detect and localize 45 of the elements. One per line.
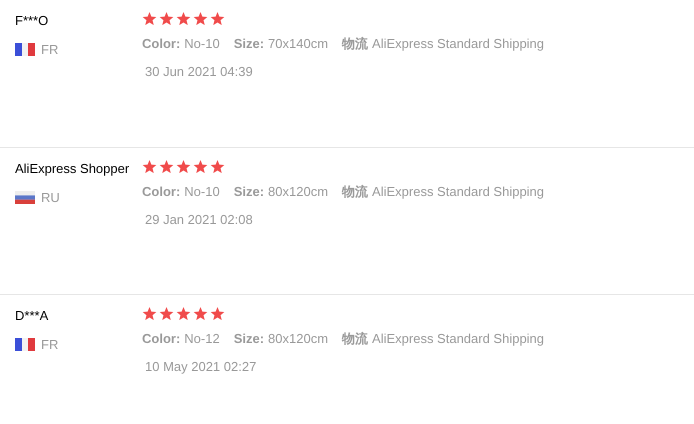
review-date: 29 Jan 2021 02:08 bbox=[145, 210, 254, 228]
country-code: FR bbox=[41, 336, 58, 354]
attribute-value: AliExpress Standard Shipping bbox=[372, 183, 544, 201]
star-icon bbox=[176, 160, 191, 174]
star-icon bbox=[176, 307, 191, 321]
attribute-label: 物流 bbox=[342, 35, 368, 53]
star-icon bbox=[142, 12, 157, 26]
star-icon bbox=[159, 160, 174, 174]
reviewer-name: AliExpress Shopper bbox=[15, 160, 130, 178]
star-icon bbox=[193, 12, 208, 26]
attribute-label: Size: bbox=[234, 35, 264, 53]
star-icon bbox=[159, 12, 174, 26]
attribute-value: No-12 bbox=[184, 330, 220, 348]
attribute-label: Color: bbox=[142, 183, 180, 201]
attribute-label: Size: bbox=[234, 330, 264, 348]
flag-icon bbox=[15, 338, 35, 351]
attribute-label: Color: bbox=[142, 35, 180, 53]
attribute-value: AliExpress Standard Shipping bbox=[372, 35, 544, 53]
attribute-label: 物流 bbox=[342, 183, 368, 201]
attribute-label: 物流 bbox=[342, 330, 368, 348]
star-icon bbox=[142, 307, 157, 321]
attribute-label: Color: bbox=[142, 330, 180, 348]
star-icon bbox=[142, 160, 157, 174]
star-icon bbox=[176, 12, 191, 26]
attribute-value: No-10 bbox=[184, 35, 220, 53]
star-icon bbox=[159, 307, 174, 321]
country-code: RU bbox=[41, 188, 60, 206]
review-date: 10 May 2021 02:27 bbox=[145, 358, 258, 376]
star-icon bbox=[210, 160, 225, 174]
attribute-value: AliExpress Standard Shipping bbox=[372, 330, 544, 348]
country-code: FR bbox=[41, 40, 58, 58]
attribute-value: 70x140cm bbox=[268, 35, 328, 53]
flag-icon bbox=[15, 42, 35, 56]
review-date: 30 Jun 2021 04:39 bbox=[145, 62, 254, 80]
star-icon bbox=[210, 12, 225, 26]
star-icon bbox=[210, 307, 225, 321]
attribute-value: 80x120cm bbox=[268, 183, 328, 201]
reviewer-name: D***A bbox=[15, 307, 50, 325]
star-icon bbox=[193, 307, 208, 321]
star-icon bbox=[193, 160, 208, 174]
flag-icon bbox=[15, 190, 35, 204]
attribute-value: No-10 bbox=[184, 183, 220, 201]
attribute-value: 80x120cm bbox=[268, 330, 328, 348]
attribute-label: Size: bbox=[234, 183, 264, 201]
reviewer-name: F***O bbox=[15, 12, 50, 30]
